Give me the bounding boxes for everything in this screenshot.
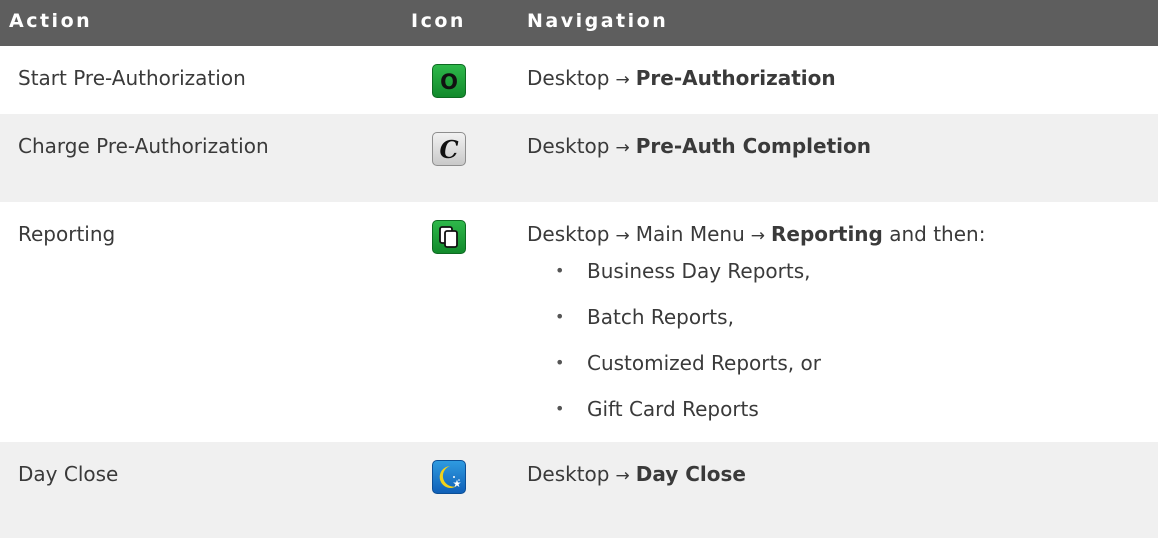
c-icon: C <box>432 132 466 166</box>
moon-icon: ★ <box>432 460 466 494</box>
navigation-path: Desktop → Pre-Auth Completion <box>527 134 871 158</box>
table-row: Day Close ★ Desktop → Day Close <box>0 442 1158 538</box>
report-list: Business Day Reports, Batch Reports, Cus… <box>555 259 821 443</box>
navigation-path: Desktop → Day Close <box>527 462 746 486</box>
header-navigation: Navigation <box>527 10 669 32</box>
o-icon: O <box>432 64 466 98</box>
action-label: Charge Pre-Authorization <box>18 134 269 158</box>
list-item: Business Day Reports, <box>555 259 821 305</box>
svg-text:★: ★ <box>453 479 462 490</box>
table-row: Charge Pre-Authorization C Desktop → Pre-A… <box>0 114 1158 202</box>
navigation-path: Desktop → Main Menu → Reporting and then: <box>527 222 986 246</box>
reports-icon <box>432 220 466 254</box>
action-label: Reporting <box>18 222 116 246</box>
action-label: Start Pre-Authorization <box>18 66 246 90</box>
list-item: Batch Reports, <box>555 305 821 351</box>
header-action: Action <box>9 10 93 32</box>
list-item: Customized Reports, or <box>555 351 821 397</box>
svg-text:C: C <box>439 135 458 164</box>
navigation-path: Desktop → Pre-Authorization <box>527 66 836 90</box>
table-row: Start Pre-Authorization O Desktop → Pre-Au… <box>0 46 1158 114</box>
table-header: Action Icon Navigation <box>0 0 1158 46</box>
svg-text:O: O <box>440 70 458 94</box>
header-icon: Icon <box>411 10 466 32</box>
action-label: Day Close <box>18 462 119 486</box>
list-item: Gift Card Reports <box>555 397 821 443</box>
table-row: Reporting Desktop → Main Menu → Reporting an… <box>0 202 1158 442</box>
